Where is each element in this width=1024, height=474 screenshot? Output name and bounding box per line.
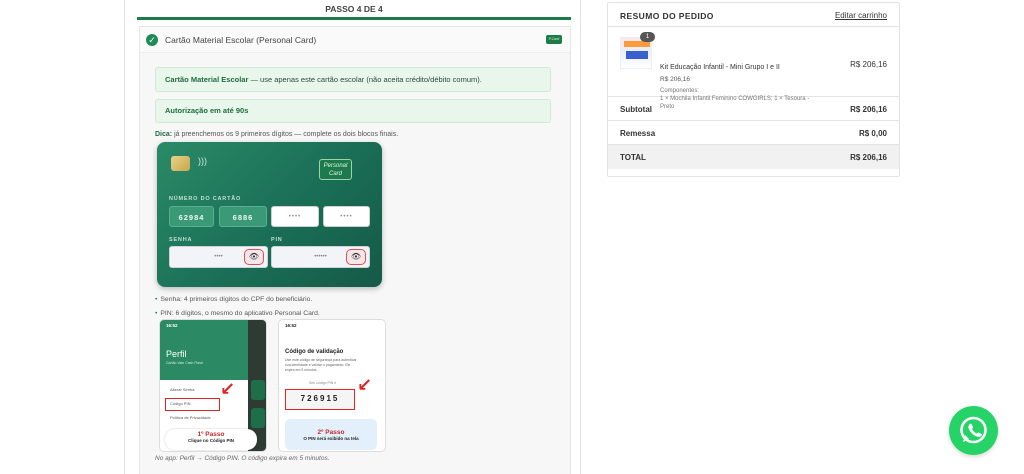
edit-cart-link[interactable]: Editar carrinho bbox=[835, 11, 887, 20]
whatsapp-button[interactable] bbox=[949, 406, 998, 455]
toggle-visibility-icon[interactable]: 👁 bbox=[346, 249, 366, 265]
card-block-3-input[interactable]: •••• bbox=[271, 206, 319, 227]
senha-hint-text: Senha: 4 primeiros dígitos do CPF do ben… bbox=[160, 296, 313, 303]
app-pin-screenshot: 16:52 Código de validação Use este códig… bbox=[278, 319, 386, 452]
subtotal-value: R$ 206,16 bbox=[850, 105, 887, 114]
senha-placeholder: •••• bbox=[214, 254, 223, 260]
pin-code: 726915 bbox=[285, 389, 355, 410]
highlight-box bbox=[165, 398, 220, 411]
card-info-title: Cartão Material Escolar bbox=[165, 75, 249, 84]
tip-body: já preenchemos os 9 primeiros dígitos — … bbox=[172, 131, 399, 138]
pin-code-label: Seu código PIN é bbox=[309, 381, 337, 385]
subtotal-label: Subtotal bbox=[620, 105, 652, 114]
senha-hint: • Senha: 4 primeiros dígitos do CPF do be… bbox=[155, 296, 312, 303]
panel-block bbox=[251, 408, 265, 428]
whatsapp-icon bbox=[960, 416, 987, 444]
order-summary: RESUMO DO PEDIDO Editar carrinho 1 Kit E… bbox=[607, 2, 900, 177]
card-block-1: 62984 bbox=[169, 206, 214, 227]
payment-method-box: ✓ Cartão Material Escolar (Personal Card… bbox=[139, 26, 571, 474]
arrow-icon: ↙ bbox=[357, 375, 373, 395]
personal-card-form: ))) Personal Card NÚMERO DO CARTÃO 62984… bbox=[157, 142, 382, 287]
shipping-value: R$ 0,00 bbox=[858, 129, 887, 138]
validation-text: Use este código de segurança para autent… bbox=[285, 358, 357, 372]
tip-text: Dica: já preenchemos os 9 primeiros dígi… bbox=[155, 131, 398, 138]
validation-title: Código de validação bbox=[285, 349, 344, 355]
step2-text: O PIN será exibido na tela bbox=[303, 436, 359, 441]
menu-privacy: Política de Privacidade bbox=[170, 415, 211, 420]
profile-subtitle: Cartão Vale Cash Flash bbox=[166, 361, 203, 365]
app-profile-screenshot: 16:52 Perfil Cartão Vale Cash Flash Alte… bbox=[159, 319, 267, 452]
subtotal-row: Subtotal R$ 206,16 bbox=[608, 97, 899, 121]
card-number-label: NÚMERO DO CARTÃO bbox=[169, 196, 242, 202]
checkout-page: PASSO 4 DE 4 ✓ Cartão Material Escolar (… bbox=[0, 0, 1024, 474]
payment-method-header[interactable]: ✓ Cartão Material Escolar (Personal Card… bbox=[140, 27, 570, 53]
quantity-badge: 1 bbox=[640, 32, 655, 42]
total-label: TOTAL bbox=[620, 153, 646, 162]
card-info-note: Cartão Material Escolar — use apenas est… bbox=[155, 67, 551, 92]
card-block-2: 6886 bbox=[219, 206, 267, 227]
personal-card-logo-icon: P.Card bbox=[546, 35, 562, 44]
pin-hint-text: PIN: 6 dígitos, o mesmo do aplicativo Pe… bbox=[160, 310, 320, 317]
step-indicator: PASSO 4 DE 4 bbox=[137, 0, 571, 20]
total-row: TOTAL R$ 206,16 bbox=[608, 145, 899, 169]
pin-input[interactable]: •••••• 👁 bbox=[271, 246, 370, 268]
step1-text: Clique no Código PIN bbox=[188, 438, 234, 443]
menu-alterar-senha: Alterar Senha bbox=[170, 387, 195, 392]
pin-hint: • PIN: 6 dígitos, o mesmo do aplicativo P… bbox=[155, 310, 320, 317]
product-name: Kit Educação Infantil - Mini Grupo I e I… bbox=[660, 64, 780, 71]
status-time: 16:52 bbox=[166, 323, 178, 328]
bullet-icon: • bbox=[155, 310, 158, 317]
card-block-4-input[interactable]: •••• bbox=[323, 206, 370, 227]
toggle-visibility-icon[interactable]: 👁 bbox=[244, 249, 264, 265]
bullet-icon: • bbox=[155, 296, 158, 303]
logo-line2: Card bbox=[328, 171, 342, 177]
product-unit-price: R$ 206,16 bbox=[660, 76, 690, 83]
step2-title: 2º Passo bbox=[317, 429, 345, 436]
senha-input[interactable]: •••• 👁 bbox=[169, 246, 268, 268]
summary-title: RESUMO DO PEDIDO bbox=[620, 11, 714, 21]
step1-title: 1º Passo bbox=[197, 431, 225, 438]
components-label: Componentes: bbox=[660, 88, 700, 94]
contactless-icon: ))) bbox=[198, 156, 207, 166]
profile-title: Perfil bbox=[166, 349, 187, 359]
app-footer-note: No app: Perfil → Código PIN. O código ex… bbox=[155, 455, 330, 462]
app-screenshots: 16:52 Perfil Cartão Vale Cash Flash Alte… bbox=[159, 319, 386, 452]
total-value: R$ 206,16 bbox=[850, 153, 887, 162]
card-info-text: — use apenas este cartão escolar (não ac… bbox=[248, 75, 482, 84]
summary-header: RESUMO DO PEDIDO Editar carrinho bbox=[608, 3, 899, 27]
tip-label: Dica: bbox=[155, 131, 173, 138]
check-icon: ✓ bbox=[146, 33, 158, 46]
panel-block bbox=[251, 380, 265, 400]
payment-method-title: Cartão Material Escolar (Personal Card) bbox=[165, 34, 317, 45]
pin-label: PIN bbox=[271, 237, 283, 243]
product-row: 1 Kit Educação Infantil - Mini Grupo I e… bbox=[608, 27, 899, 110]
payment-column: PASSO 4 DE 4 ✓ Cartão Material Escolar (… bbox=[124, 0, 581, 474]
status-time: 16:52 bbox=[285, 323, 297, 328]
logo-line1: Personal bbox=[323, 163, 348, 169]
step2-badge: 2º Passo O PIN será exibido na tela bbox=[285, 419, 377, 450]
product-price: R$ 206,16 bbox=[850, 60, 887, 69]
personal-card-logo: Personal Card bbox=[319, 159, 352, 180]
authorization-note: Autorização em até 90s bbox=[155, 99, 551, 123]
arrow-icon: ↙ bbox=[220, 379, 236, 399]
pin-placeholder: •••••• bbox=[314, 254, 327, 260]
senha-label: SENHA bbox=[169, 237, 193, 243]
shipping-label: Remessa bbox=[620, 129, 656, 138]
chip-icon bbox=[171, 156, 190, 171]
shipping-row: Remessa R$ 0,00 bbox=[608, 121, 899, 145]
step1-badge: 1º Passo Clique no Código PIN bbox=[165, 429, 257, 450]
